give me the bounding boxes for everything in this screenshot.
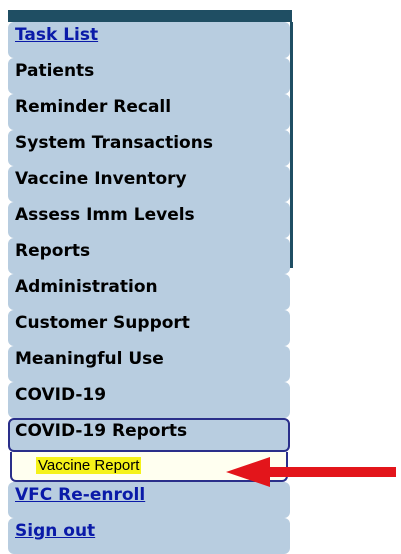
sidebar-item-label: Administration (15, 277, 158, 297)
sidebar-item-reminder-recall[interactable]: Reminder Recall (8, 94, 290, 130)
sidebar-item-label: Patients (15, 61, 95, 81)
subitem-label[interactable]: Vaccine Report (36, 457, 142, 474)
sidebar-item-label: Assess Imm Levels (15, 205, 195, 225)
sidebar-item-reports[interactable]: Reports (8, 238, 290, 274)
sidebar-item-label: Meaningful Use (15, 349, 164, 369)
sidebar-item-label: Reminder Recall (15, 97, 172, 117)
sidebar-item-assess-imm-levels[interactable]: Assess Imm Levels (8, 202, 290, 238)
sidebar-item-system-transactions[interactable]: System Transactions (8, 130, 290, 166)
sidebar-divider (290, 22, 293, 268)
sidebar-item-label: Customer Support (15, 313, 190, 333)
sidebar-item-customer-support[interactable]: Customer Support (8, 310, 290, 346)
sidebar-item-vfc-re-enroll[interactable]: VFC Re-enroll (8, 482, 290, 518)
sidebar-item-label: Vaccine Inventory (15, 169, 187, 189)
sidebar-item-covid-19[interactable]: COVID-19 (8, 382, 290, 418)
sidebar-item-sign-out[interactable]: Sign out (8, 518, 290, 554)
sidebar-item-patients[interactable]: Patients (8, 58, 290, 94)
sidebar-item-task-list[interactable]: Task List (8, 22, 290, 58)
sidebar-item-label: COVID-19 (15, 385, 107, 405)
sidebar-item-label: System Transactions (15, 133, 213, 153)
sidebar-item-label: Reports (15, 241, 91, 261)
sidebar-item-label[interactable]: VFC Re-enroll (15, 485, 145, 505)
red-arrow-annotation (226, 457, 396, 487)
sidebar-item-label[interactable]: Task List (15, 25, 98, 45)
sidebar-header-bar (8, 10, 292, 22)
sidebar-item-covid-19-reports[interactable]: COVID-19 Reports (8, 418, 290, 452)
arrow-left-icon (226, 457, 396, 487)
sidebar-item-meaningful-use[interactable]: Meaningful Use (8, 346, 290, 382)
sidebar-item-administration[interactable]: Administration (8, 274, 290, 310)
sidebar-item-label: COVID-19 Reports (15, 421, 188, 441)
sidebar-item-vaccine-inventory[interactable]: Vaccine Inventory (8, 166, 290, 202)
sidebar-item-label[interactable]: Sign out (15, 521, 95, 541)
